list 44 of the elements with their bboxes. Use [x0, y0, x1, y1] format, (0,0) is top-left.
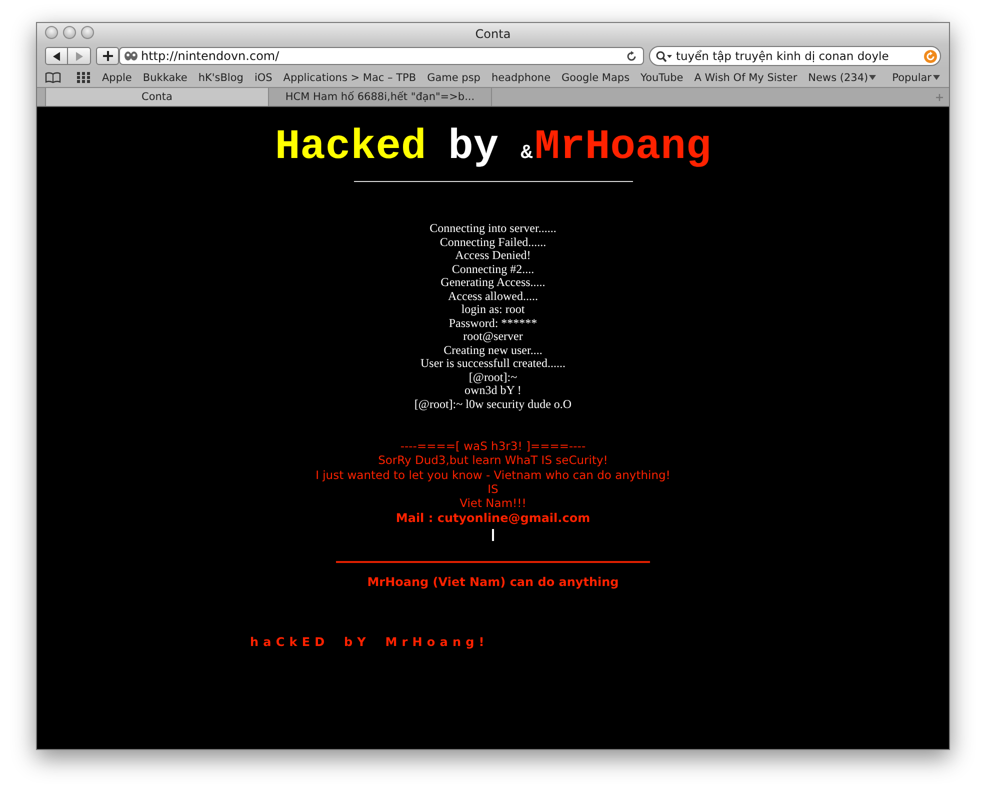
message-line: I just wanted to let you know - Vietnam who can do anything!: [316, 468, 670, 482]
browser-tab[interactable]: Conta: [45, 88, 269, 106]
window-title: Conta: [475, 26, 511, 40]
bookmark-link[interactable]: Game psp: [427, 72, 480, 84]
log-line: Connecting #2....: [452, 262, 534, 276]
headline-word: by: [448, 123, 499, 171]
message-line: Mail : cutyonline@gmail.com: [396, 510, 590, 526]
search-text: tuyển tập truyện kinh dị conan doyle: [676, 49, 890, 63]
bookmark-link[interactable]: Apple: [102, 72, 132, 84]
message-line: IS: [488, 482, 498, 496]
log-line: Generating Access.....: [440, 276, 546, 290]
log-line: Access Denied!: [455, 249, 531, 262]
log-line: [@root]:~: [468, 370, 518, 384]
message-line: SorRy Dud3,but learn WhaT IS seCurity!: [378, 453, 608, 468]
bookmark-link[interactable]: A Wish Of My Sister: [694, 72, 798, 84]
search-field[interactable]: tuyển tập truyện kinh dị conan doyle: [649, 46, 941, 66]
headline-word: MrHoang: [534, 123, 712, 171]
bookmark-link[interactable]: News (234): [808, 72, 882, 84]
log-line: root@server: [463, 330, 523, 344]
message-line: ----====[ waS h3r3! ]====----: [400, 439, 586, 454]
bookmark-link[interactable]: headphone: [491, 72, 551, 84]
bookmark-link[interactable]: Applications > Mac – TPB: [283, 72, 416, 84]
bookmark-link[interactable]: hK'sBlog: [198, 72, 244, 84]
bookmark-link[interactable]: Popular: [892, 72, 944, 84]
address-field[interactable]: http://nintendovn.com/: [119, 47, 644, 65]
log-line: User is successfull created......: [420, 357, 566, 370]
log-line: Connecting Failed......: [440, 236, 546, 249]
url-text: http://nintendovn.com/: [141, 49, 280, 63]
log-line: login as: root: [461, 303, 525, 316]
headline-word: Hacked: [274, 123, 426, 171]
log-line: Password: ******: [448, 316, 538, 330]
bookmark-link[interactable]: YouTube: [640, 72, 684, 84]
bookmark-link[interactable]: Bukkake: [142, 72, 188, 84]
log-line: Access allowed.....: [448, 290, 538, 303]
message-line: Viet Nam!!!: [460, 496, 526, 510]
log-line: own3d bY !: [464, 384, 522, 398]
log-line: Connecting into server......: [430, 222, 556, 236]
signature: haCkED bY MrHoang!: [250, 635, 489, 650]
log-line: [@root]:~ l0w security dude o.O: [414, 398, 572, 411]
headline-word: &: [520, 142, 533, 165]
log-line: Creating new user....: [444, 344, 542, 357]
bookmark-link[interactable]: Google Maps: [562, 72, 630, 84]
bookmark-link[interactable]: iOS: [254, 72, 272, 84]
tagline: MrHoang (Viet Nam) can do anything: [367, 575, 619, 590]
